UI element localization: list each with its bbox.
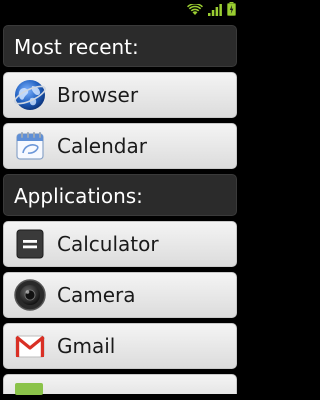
section-header-applications: Applications: [3, 174, 237, 216]
section-header-most-recent: Most recent: [3, 25, 237, 67]
list-item-gmail[interactable]: Gmail [3, 323, 237, 369]
browser-globe-icon [14, 80, 46, 110]
list-item-label: Calculator [57, 232, 159, 256]
list-item-browser[interactable]: Browser [3, 72, 237, 118]
calculator-icon [16, 229, 44, 259]
status-icons [187, 2, 236, 16]
app-icon-green [15, 383, 43, 395]
list-item-camera[interactable]: Camera [3, 272, 237, 318]
list-item-partial[interactable] [3, 374, 237, 395]
calendar-icon [16, 132, 44, 160]
gmail-icon [15, 335, 45, 358]
camera-icon [14, 279, 46, 311]
list-item-label: Browser [57, 83, 139, 107]
list-item-label: Calendar [57, 134, 147, 158]
signal-icon [208, 4, 222, 16]
list-item-calculator[interactable]: Calculator [3, 221, 237, 267]
list-item-calendar[interactable]: Calendar [3, 123, 237, 169]
status-bar [0, 0, 240, 18]
app-list: Most recent: Browser Calendar Applicatio… [0, 20, 240, 395]
battery-icon [227, 2, 236, 16]
wifi-icon [187, 4, 203, 15]
list-item-label: Camera [57, 283, 136, 307]
list-item-label: Gmail [57, 334, 116, 358]
